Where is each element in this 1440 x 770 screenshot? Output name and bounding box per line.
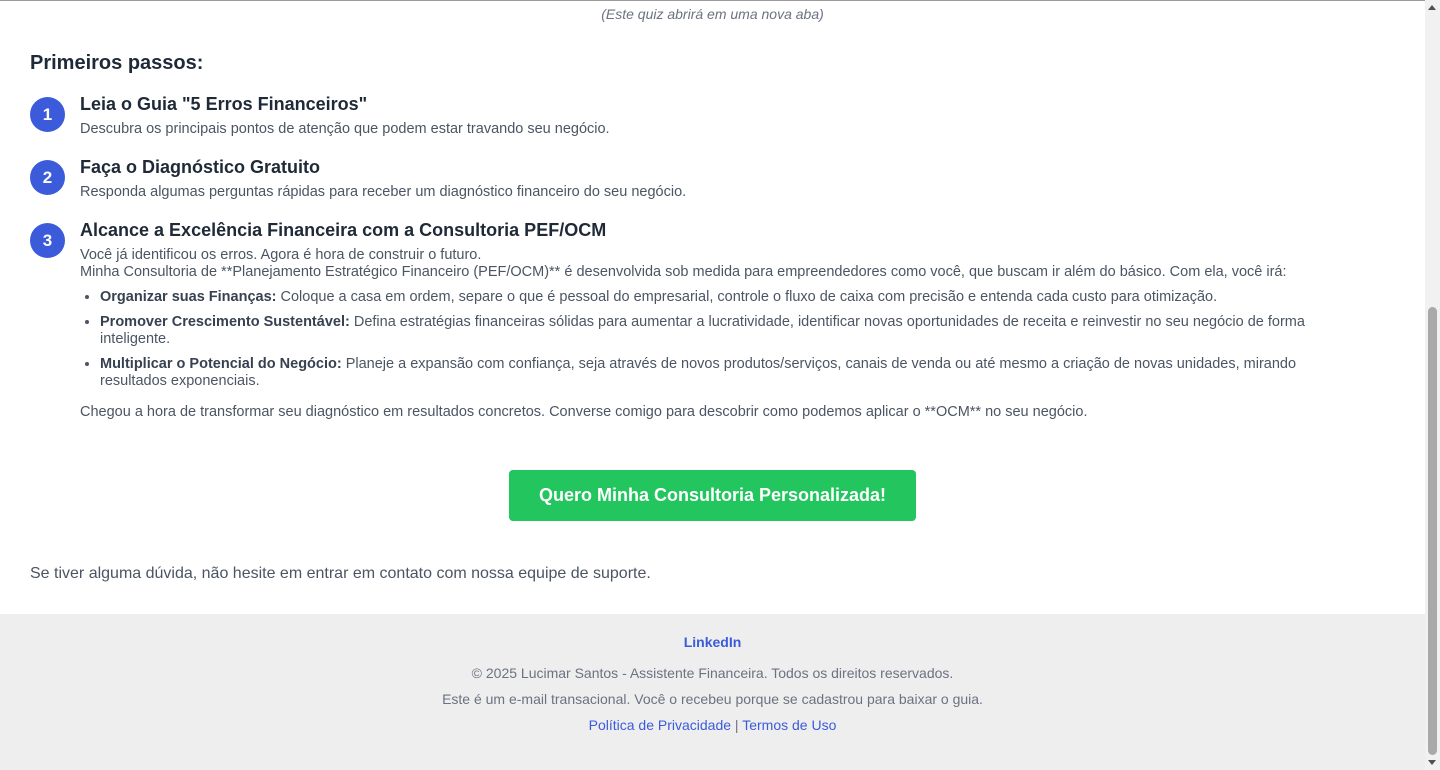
step-intro-line: Minha Consultoria de **Planejamento Estr… [80, 264, 1287, 280]
linkedin-link[interactable]: LinkedIn [0, 634, 1425, 650]
step-number-badge: 1 [30, 97, 65, 132]
email-page: (Este quiz abrirá em uma nova aba) Prime… [0, 0, 1425, 770]
step-description: Descubra os principais pontos de atenção… [80, 121, 610, 137]
support-text: Se tiver alguma dúvida, não hesite em en… [30, 565, 651, 582]
transactional-notice: Este é um e-mail transacional. Você o re… [442, 691, 983, 707]
step-body: Leia o Guia "5 Erros Financeiros" Descub… [80, 94, 1360, 138]
step-intro-line: Você já identificou os erros. Agora é ho… [80, 247, 482, 263]
quiz-note: (Este quiz abrirá em uma nova aba) [601, 6, 824, 22]
privacy-policy-link[interactable]: Política de Privacidade [589, 717, 731, 733]
scroll-down-arrow-icon[interactable] [1428, 760, 1436, 765]
step-title: Faça o Diagnóstico Gratuito [80, 157, 321, 177]
copyright-text: © 2025 Lucimar Santos - Assistente Finan… [471, 665, 954, 681]
step-title: Alcance a Excelência Financeira com a Co… [80, 220, 607, 240]
scroll-up-arrow-icon[interactable] [1428, 5, 1436, 10]
benefits-list: Organizar suas Finanças: Coloque a casa … [80, 289, 1360, 390]
benefit-label: Promover Crescimento Sustentável: [100, 314, 350, 330]
footer: LinkedIn © 2025 Lucimar Santos - Assiste… [0, 614, 1425, 770]
benefit-label: Organizar suas Finanças: [100, 289, 277, 305]
closing-paragraph: Chegou a hora de transformar seu diagnós… [80, 404, 1088, 420]
step-body: Alcance a Excelência Financeira com a Co… [80, 220, 1360, 421]
benefit-label: Multiplicar o Potencial do Negócio: [100, 356, 342, 372]
step-number-badge: 3 [30, 223, 65, 258]
benefit-item: Multiplicar o Potencial do Negócio: Plan… [100, 356, 1360, 390]
consultoria-cta-button[interactable]: Quero Minha Consultoria Personalizada! [509, 470, 916, 521]
vertical-scrollbar[interactable] [1425, 0, 1440, 770]
link-separator: | [731, 717, 743, 733]
benefit-text: Coloque a casa em ordem, separe o que é … [276, 289, 1218, 305]
benefit-item: Organizar suas Finanças: Coloque a casa … [100, 289, 1360, 306]
scrollbar-thumb[interactable] [1428, 307, 1437, 755]
terms-of-use-link[interactable]: Termos de Uso [742, 717, 836, 733]
step-title: Leia o Guia "5 Erros Financeiros" [80, 94, 368, 114]
step-description: Responda algumas perguntas rápidas para … [80, 184, 687, 200]
top-divider [0, 0, 1425, 1]
benefit-item: Promover Crescimento Sustentável: Defina… [100, 314, 1360, 348]
step-number-badge: 2 [30, 160, 65, 195]
steps-heading: Primeiros passos: [30, 52, 204, 74]
step-body: Faça o Diagnóstico Gratuito Responda alg… [80, 157, 1360, 201]
legal-links: Política de Privacidade | Termos de Uso [0, 717, 1425, 733]
